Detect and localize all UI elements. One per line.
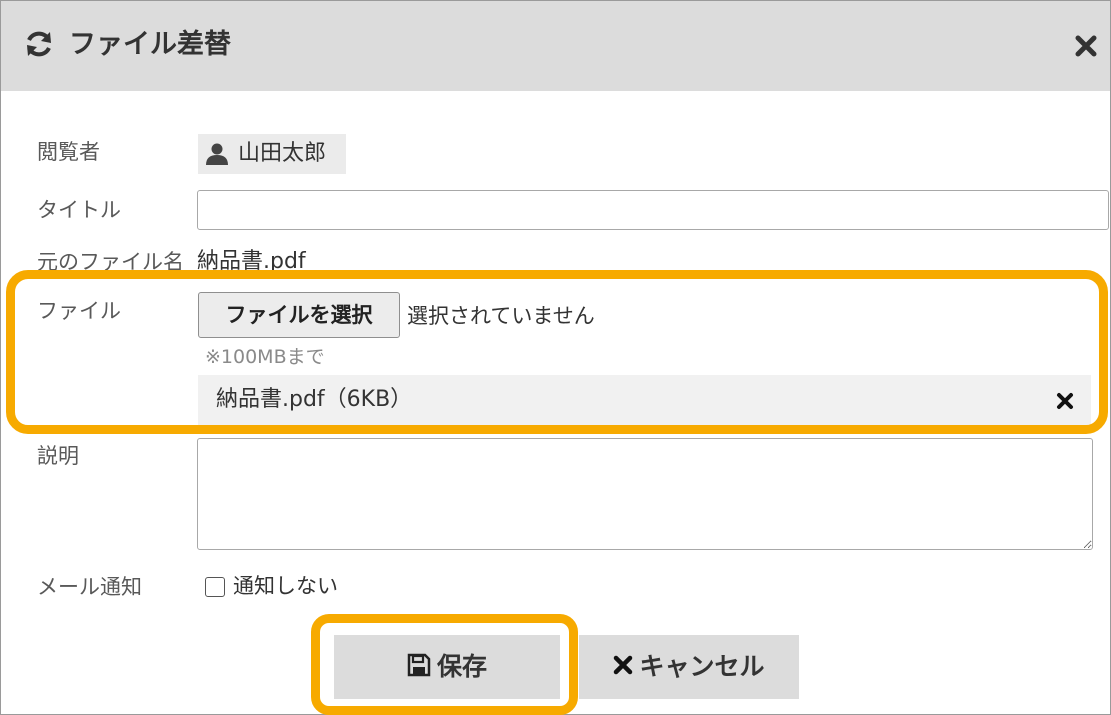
- viewer-name: 山田太郎: [238, 141, 327, 166]
- no-notify-label[interactable]: 通知しない: [233, 572, 338, 600]
- file-label: ファイル: [37, 299, 121, 323]
- mail-notify-label: メール通知: [37, 575, 142, 599]
- description-textarea[interactable]: [197, 438, 1093, 550]
- original-filename-value: 納品書.pdf: [197, 249, 306, 274]
- title-label: タイトル: [37, 198, 121, 222]
- file-replace-dialog: ファイル差替 閲覧者 山田太郎 タイトル 元のファイル名 納品書.pdf ファイ…: [0, 0, 1111, 715]
- file-size-note: ※100MBまで: [205, 346, 325, 368]
- no-notify-checkbox[interactable]: [205, 577, 225, 597]
- attached-file-name: 納品書.pdf（6KB）: [216, 387, 413, 412]
- choose-file-button[interactable]: ファイルを選択: [198, 292, 400, 338]
- attached-file-row: 納品書.pdf（6KB）: [198, 375, 1091, 425]
- x-icon: [614, 655, 633, 675]
- cancel-button[interactable]: キャンセル: [579, 635, 799, 699]
- floppy-disk-icon: [407, 653, 431, 677]
- viewer-chip: 山田太郎: [198, 134, 346, 174]
- dialog-header: ファイル差替: [1, 1, 1110, 91]
- viewer-label: 閲覧者: [37, 140, 100, 164]
- user-icon: [206, 143, 228, 165]
- description-label: 説明: [37, 444, 79, 468]
- save-button[interactable]: 保存: [334, 635, 560, 699]
- dialog-title: ファイル差替: [69, 29, 231, 60]
- cancel-label: キャンセル: [639, 652, 765, 681]
- title-input[interactable]: [197, 190, 1109, 230]
- save-label: 保存: [436, 652, 487, 681]
- remove-file-icon[interactable]: [1056, 392, 1074, 410]
- refresh-icon: [27, 31, 51, 57]
- file-status: 選択されていません: [407, 304, 595, 328]
- original-filename-label: 元のファイル名: [37, 250, 184, 274]
- close-icon[interactable]: [1075, 35, 1097, 57]
